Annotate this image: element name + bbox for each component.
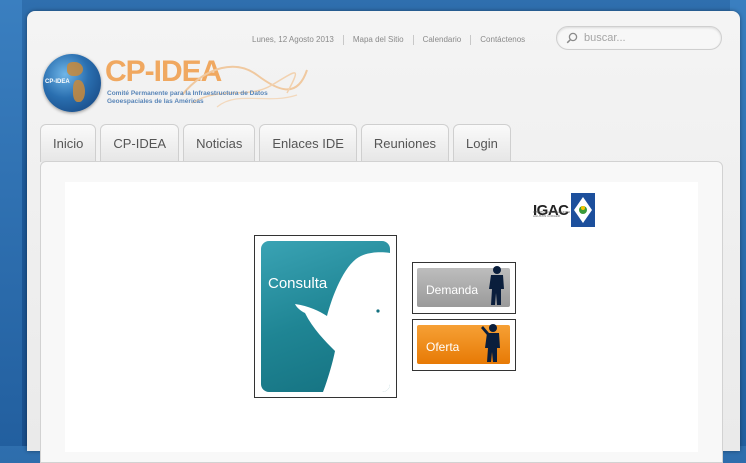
globe-logo[interactable]: CP-IDEA [43, 54, 101, 112]
top-links-bar: Lunes, 12 Agosto 2013 Mapa del Sitio Cal… [243, 35, 534, 45]
content-area: IGAC INSTITUTO GEOGRÁFICO AGUSTÍN CODAZZ… [65, 182, 698, 452]
igac-emblem-icon [570, 193, 595, 227]
person-standing-icon [489, 266, 504, 305]
demanda-label: Demanda [426, 283, 479, 297]
globe-logo-text: CP-IDEA [45, 79, 70, 85]
demanda-panel: Demanda [417, 266, 510, 307]
igac-logo[interactable]: IGAC INSTITUTO GEOGRÁFICO AGUSTÍN CODAZZ… [533, 193, 595, 227]
tab-inicio[interactable]: Inicio [40, 124, 97, 162]
person-pointing-icon [295, 252, 390, 392]
web-page: Lunes, 12 Agosto 2013 Mapa del Sitio Cal… [27, 11, 740, 463]
consulta-button[interactable]: Consulta [254, 235, 397, 398]
date-text: Lunes, 12 Agosto 2013 [252, 35, 334, 44]
igac-logo-subtitle: INSTITUTO GEOGRÁFICO AGUSTÍN CODAZZI [533, 210, 570, 218]
logo-subtitle: Comité Permanente para la Infraestructur… [107, 90, 268, 105]
search-input[interactable] [582, 31, 706, 45]
link-site-map[interactable]: Mapa del Sitio [342, 35, 413, 45]
link-calendar[interactable]: Calendario [412, 35, 471, 45]
person-thumbs-up-icon [481, 324, 500, 362]
link-contact[interactable]: Contáctenos [470, 35, 534, 45]
tab-noticias[interactable]: Noticias [183, 124, 256, 162]
consulta-panel: Consulta [261, 241, 390, 392]
tab-cp-idea[interactable]: CP-IDEA [100, 124, 180, 162]
oferta-panel: Oferta [417, 324, 510, 364]
tab-reuniones[interactable]: Reuniones [360, 124, 450, 162]
content-panel: IGAC INSTITUTO GEOGRÁFICO AGUSTÍN CODAZZ… [40, 161, 723, 463]
desktop-left-edge [0, 0, 22, 446]
search-icon [566, 32, 578, 44]
oferta-label: Oferta [426, 340, 460, 354]
tab-login[interactable]: Login [453, 124, 511, 162]
tab-enlaces-ide[interactable]: Enlaces IDE [259, 124, 357, 162]
oferta-button[interactable]: Oferta [412, 319, 516, 371]
main-nav: Inicio CP-IDEA Noticias Enlaces IDE Reun… [40, 124, 515, 162]
demanda-button[interactable]: Demanda [412, 262, 516, 314]
search-box[interactable] [556, 26, 722, 50]
